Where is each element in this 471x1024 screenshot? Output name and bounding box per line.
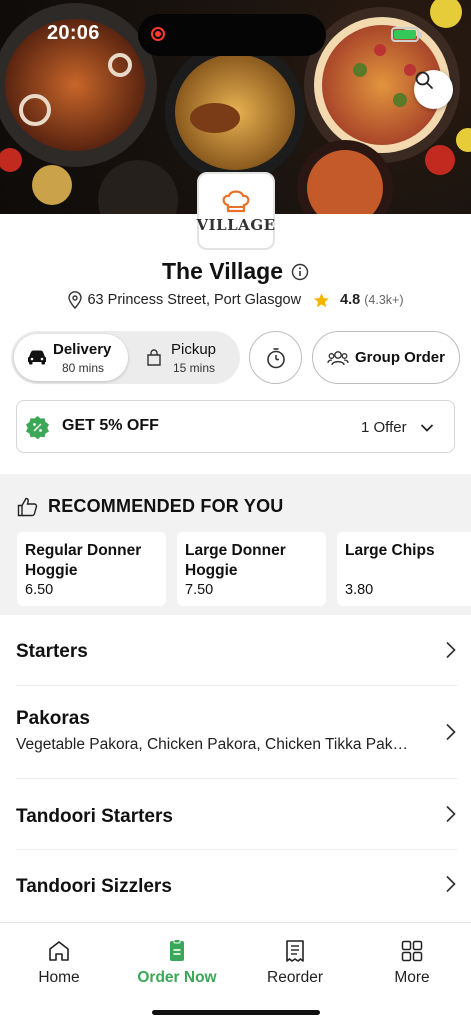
recommended-card[interactable]: Regular Donner Hoggie 6.50 xyxy=(17,532,166,606)
recommended-title: RECOMMENDED FOR YOU xyxy=(48,496,284,516)
pickup-time: 15 mins xyxy=(173,361,216,375)
nav-order-now[interactable]: Order Now xyxy=(118,939,236,987)
offer-count: 1 Offer xyxy=(361,419,407,436)
status-time: 20:06 xyxy=(47,22,100,44)
address-row: 63 Princess Street, Port Glasgow 4.8 (4.… xyxy=(0,291,471,309)
category-name: Starters xyxy=(16,641,88,662)
thumbs-up-icon xyxy=(17,497,38,516)
stopwatch-icon xyxy=(266,347,285,368)
star-icon xyxy=(314,292,329,307)
car-icon xyxy=(28,350,46,365)
restaurant-logo: VILLAGE xyxy=(196,172,276,250)
search-button[interactable] xyxy=(414,70,453,109)
rating-value: 4.8 xyxy=(340,292,361,308)
offer-banner[interactable]: GET 5% OFF 1 Offer xyxy=(16,400,455,453)
category-description: Vegetable Pakora, Chicken Pakora, Chicke… xyxy=(16,736,411,753)
recommended-item-name: Large Donner Hoggie xyxy=(185,542,286,579)
category-row[interactable]: Tandoori Starters xyxy=(16,779,457,850)
order-icon xyxy=(170,939,184,961)
category-name: Tandoori Sizzlers xyxy=(16,876,172,897)
logo-text: VILLAGE xyxy=(196,216,276,234)
receipt-icon xyxy=(286,940,304,962)
restaurant-title-row: The Village xyxy=(0,258,471,285)
dynamic-island xyxy=(138,14,326,56)
info-icon[interactable] xyxy=(291,263,309,281)
category-name: Pakoras xyxy=(16,708,90,729)
recommended-card[interactable]: Large Chips 3.80 xyxy=(337,532,471,606)
nav-more[interactable]: More xyxy=(353,939,471,987)
restaurant-name: The Village xyxy=(161,258,283,284)
bottom-nav: Home Order Now Reorder More xyxy=(0,922,471,1024)
nav-label: Reorder xyxy=(267,969,323,986)
category-row[interactable]: Pakoras Vegetable Pakora, Chicken Pakora… xyxy=(16,686,457,779)
nav-reorder[interactable]: Reorder xyxy=(236,939,354,987)
nav-label: Home xyxy=(38,969,80,986)
offer-title: GET 5% OFF xyxy=(62,417,159,434)
recommended-section: RECOMMENDED FOR YOU Regular Donner Hoggi… xyxy=(0,474,471,615)
group-order-label: Group Order xyxy=(354,349,445,366)
chevron-down-icon xyxy=(420,424,434,432)
recommended-heading: RECOMMENDED FOR YOU xyxy=(17,496,283,517)
delivery-time: 80 mins xyxy=(62,361,105,375)
group-icon xyxy=(327,350,349,365)
group-order-button[interactable]: Group Order xyxy=(312,331,460,384)
discount-badge-icon xyxy=(26,416,49,440)
recommended-item-name: Large Chips xyxy=(345,542,435,559)
category-name: Tandoori Starters xyxy=(16,806,173,827)
recording-indicator-icon xyxy=(151,27,165,41)
recommended-item-price: 3.80 xyxy=(345,582,374,598)
battery-icon xyxy=(391,27,422,42)
home-icon xyxy=(49,941,69,961)
chevron-right-icon xyxy=(446,805,456,823)
chef-hat-icon xyxy=(222,190,250,213)
nav-home[interactable]: Home xyxy=(0,939,118,987)
nav-label: Order Now xyxy=(137,969,217,986)
recommended-item-price: 6.50 xyxy=(25,582,54,598)
chevron-right-icon xyxy=(446,641,456,659)
recommended-card[interactable]: Large Donner Hoggie 7.50 xyxy=(177,532,326,606)
delivery-label: Delivery xyxy=(53,341,112,358)
rating-count: (4.3k+) xyxy=(364,293,404,307)
home-indicator xyxy=(152,1010,320,1015)
search-icon xyxy=(415,71,433,89)
schedule-button[interactable] xyxy=(249,331,302,384)
grid-icon xyxy=(401,940,423,962)
pickup-label: Pickup xyxy=(171,341,217,358)
category-row[interactable]: Starters xyxy=(16,615,457,686)
nav-label: More xyxy=(394,969,430,986)
chevron-right-icon xyxy=(446,875,456,893)
recommended-item-name: Regular Donner Hoggie xyxy=(25,542,142,579)
chevron-right-icon xyxy=(446,723,456,741)
restaurant-address: 63 Princess Street, Port Glasgow xyxy=(87,292,302,308)
order-mode-switch: Delivery 80 mins Pickup 15 mins xyxy=(11,331,240,384)
category-row[interactable]: Tandoori Sizzlers xyxy=(16,850,457,922)
location-pin-icon xyxy=(68,291,83,309)
recommended-item-price: 7.50 xyxy=(185,582,214,598)
bag-icon xyxy=(147,349,161,366)
